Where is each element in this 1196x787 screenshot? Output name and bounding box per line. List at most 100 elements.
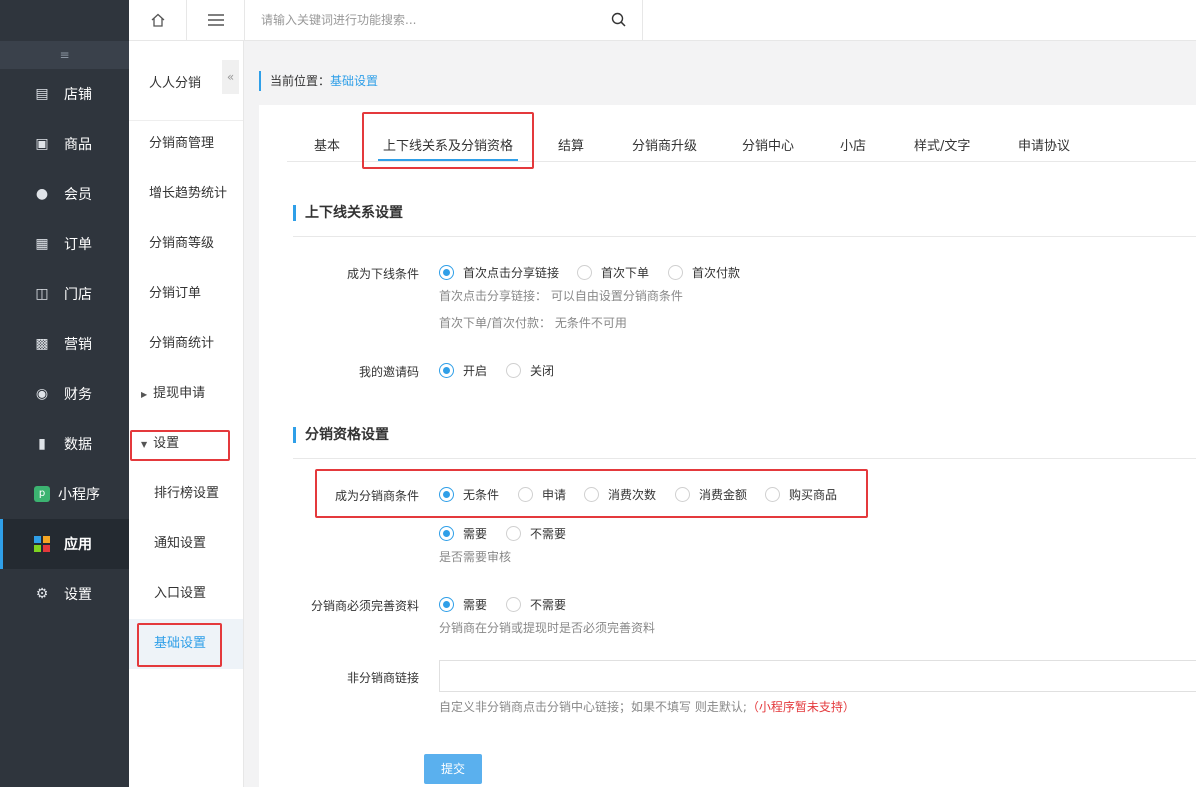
tab-style-text[interactable]: 样式/文字 — [914, 135, 970, 161]
sidebar-item-order[interactable]: ▦ 订单 — [0, 219, 129, 269]
sub-item-growth-stats[interactable]: 增长趋势统计 — [129, 169, 243, 219]
sub-item-settings[interactable]: ▼ 设置 — [129, 419, 243, 469]
home-icon[interactable] — [129, 0, 187, 40]
goods-icon: ▣ — [35, 136, 49, 152]
sub-item-entry-settings[interactable]: 入口设置 — [129, 569, 243, 619]
radio-circle — [439, 525, 454, 541]
chart-icon: ▮ — [38, 436, 46, 452]
breadcrumb-current[interactable]: 基础设置 — [330, 74, 378, 88]
sidebar-logo-area — [0, 0, 129, 41]
radio-purchase-count[interactable]: 消费次数 — [584, 486, 656, 502]
tab-relationship-qualification[interactable]: 上下线关系及分销资格 — [378, 135, 518, 161]
member-icon: ● — [35, 186, 49, 202]
radio-circle — [506, 362, 521, 378]
sidebar-item-apps[interactable]: 应用 — [0, 519, 129, 569]
sub-item-distribution-orders[interactable]: 分销订单 — [129, 269, 243, 319]
tab-distribution-center[interactable]: 分销中心 — [742, 135, 794, 161]
sidebar-item-shop[interactable]: ◫ 门店 — [0, 269, 129, 319]
tab-basic[interactable]: 基本 — [314, 135, 340, 161]
search-icon[interactable] — [611, 12, 626, 31]
shop-icon: ◫ — [35, 286, 49, 302]
radio-purchase-amount[interactable]: 消费金额 — [675, 486, 747, 502]
radio-info-not-required[interactable]: 不需要 — [506, 596, 566, 612]
downline-hint-2: 首次下单/首次付款： 无条件不可用 — [439, 316, 627, 330]
sidebar-item-miniapp[interactable]: p 小程序 — [0, 469, 129, 519]
caret-right-icon: ▶ — [141, 390, 148, 399]
sub-item-distributor-stats[interactable]: 分销商统计 — [129, 319, 243, 369]
gift-icon: ▩ — [35, 336, 49, 352]
radio-circle — [765, 486, 780, 502]
sub-item-notification-settings[interactable]: 通知设置 — [129, 519, 243, 569]
submit-button[interactable]: 提交 — [424, 754, 482, 784]
caret-down-icon: ▼ — [141, 440, 148, 449]
radio-circle — [439, 486, 454, 502]
downline-hint-1: 首次点击分享链接： 可以自由设置分销商条件 — [439, 289, 683, 303]
radio-review-required[interactable]: 需要 — [439, 525, 487, 541]
tab-distributor-upgrade[interactable]: 分销商升级 — [632, 135, 697, 161]
search-input[interactable] — [245, 0, 585, 40]
sidebar-item-finance[interactable]: ◉ 财务 — [0, 369, 129, 419]
sub-item-ranking-settings[interactable]: 排行榜设置 — [129, 469, 243, 519]
sidebar-item-goods[interactable]: ▣ 商品 — [0, 119, 129, 169]
radio-invite-on[interactable]: 开启 — [439, 362, 487, 378]
invite-code-label: 我的邀请码 — [358, 365, 419, 379]
menu-icon[interactable] — [187, 0, 245, 40]
sidebar-item-store[interactable]: ▤ 店铺 — [0, 69, 129, 119]
sidebar-item-settings[interactable]: ⚙ 设置 — [0, 569, 129, 619]
money-bag-icon: ◉ — [35, 386, 49, 402]
collapse-menu-icon[interactable]: ≡ — [0, 41, 129, 69]
review-hint: 是否需要审核 — [439, 550, 512, 564]
section-divider — [293, 236, 1196, 237]
radio-circle — [506, 596, 521, 612]
radio-circle — [668, 264, 683, 280]
downline-condition-label: 成为下线条件 — [346, 267, 419, 281]
radio-circle — [675, 486, 690, 502]
radio-circle — [577, 264, 592, 280]
sub-sidebar: 人人分销 分销商管理 增长趋势统计 分销商等级 分销订单 分销商统计 ▶ 提现申请… — [129, 0, 244, 787]
apps-icon — [34, 536, 50, 552]
tab-shop[interactable]: 小店 — [840, 135, 866, 161]
radio-buy-product[interactable]: 购买商品 — [765, 486, 837, 502]
topbar — [129, 0, 1196, 41]
breadcrumb: 当前位置：基础设置 — [259, 71, 378, 91]
non-distributor-link-hint: 自定义非分销商点击分销中心链接；如果不填写 则走默认;（小程序暂未支持） — [439, 700, 855, 714]
sidebar-item-data[interactable]: ▮ 数据 — [0, 419, 129, 469]
non-distributor-link-input[interactable] — [439, 660, 1196, 692]
collapse-sub-sidebar-icon[interactable]: « — [222, 60, 239, 94]
sub-item-distributor-level[interactable]: 分销商等级 — [129, 219, 243, 269]
sub-sidebar-title: 人人分销 — [149, 76, 202, 91]
sidebar-item-member[interactable]: ● 会员 — [0, 169, 129, 219]
radio-circle — [518, 486, 533, 502]
radio-circle — [439, 264, 454, 280]
main-sidebar: ≡ ▤ 店铺 ▣ 商品 ● 会员 ▦ 订单 ◫ 门店 ▩ 营销 ◉ 财务 ▮ 数据 p 小程序 应… — [0, 0, 129, 787]
search-box — [245, 0, 643, 40]
tab-settlement[interactable]: 结算 — [558, 135, 584, 161]
order-icon: ▦ — [35, 236, 49, 252]
radio-circle — [506, 525, 521, 541]
sub-item-basic-settings[interactable]: 基础设置 — [129, 619, 243, 669]
sidebar-item-marketing[interactable]: ▩ 营销 — [0, 319, 129, 369]
radio-first-payment[interactable]: 首次付款 — [668, 264, 740, 280]
radio-invite-off[interactable]: 关闭 — [506, 362, 554, 378]
complete-info-label: 分销商必须完善资料 — [310, 599, 419, 613]
radio-circle — [439, 596, 454, 612]
sub-item-withdraw[interactable]: ▶ 提现申请 — [129, 369, 243, 419]
radio-first-order[interactable]: 首次下单 — [577, 264, 649, 280]
tab-divider — [287, 161, 1196, 162]
miniapp-unsupported-note: （小程序暂未支持） — [746, 700, 855, 714]
radio-circle — [584, 486, 599, 502]
non-distributor-link-label: 非分销商链接 — [346, 671, 419, 685]
section-title-relationship: 上下线关系设置 — [293, 205, 403, 221]
sub-item-distributor-management[interactable]: 分销商管理 — [129, 119, 243, 169]
store-icon: ▤ — [35, 86, 49, 102]
radio-info-required[interactable]: 需要 — [439, 596, 487, 612]
radio-first-click-share[interactable]: 首次点击分享链接 — [439, 264, 559, 280]
complete-info-hint: 分销商在分销或提现时是否必须完善资料 — [439, 621, 656, 635]
radio-no-condition[interactable]: 无条件 — [439, 486, 499, 502]
distributor-condition-label: 成为分销商条件 — [334, 489, 419, 503]
gear-icon: ⚙ — [35, 586, 49, 602]
radio-apply[interactable]: 申请 — [518, 486, 566, 502]
radio-circle — [439, 362, 454, 378]
tab-agreement[interactable]: 申请协议 — [1018, 135, 1070, 161]
radio-review-not-required[interactable]: 不需要 — [506, 525, 566, 541]
